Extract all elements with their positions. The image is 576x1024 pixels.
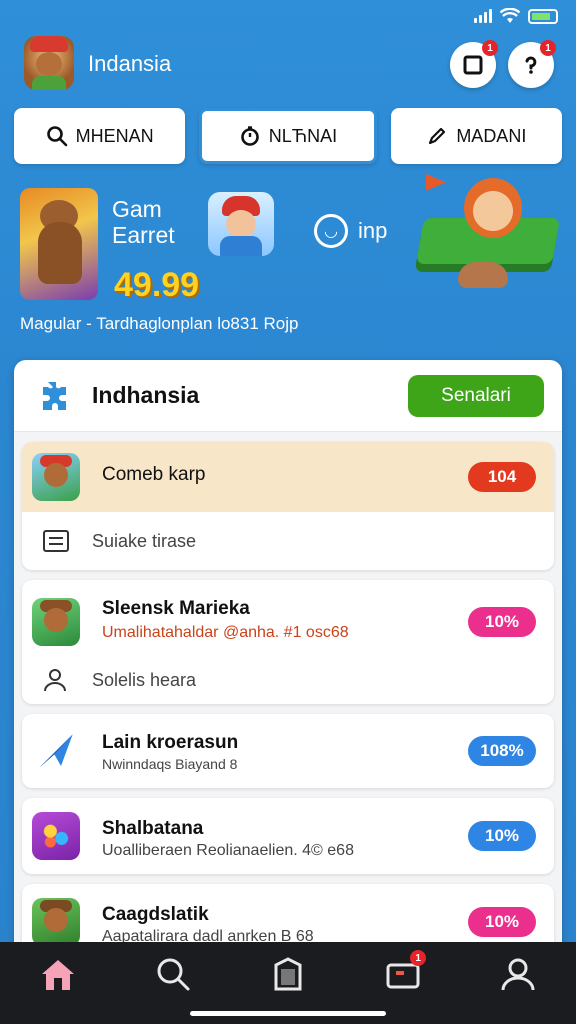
promo-banner[interactable]: Gam Earret 49.99 ◡ inp Magular - Tardhag… bbox=[18, 174, 561, 340]
item-meta: Uoalliberaen Reolianaelien. 4© e68 bbox=[102, 842, 354, 859]
panel-header: Indhansia Senalari bbox=[14, 360, 562, 432]
nav-inbox[interactable]: 1 bbox=[378, 950, 428, 994]
list-item[interactable]: Sleensk Marieka Umalihatahaldar @anha. #… bbox=[22, 580, 554, 704]
tab-label: MHENAN bbox=[75, 125, 154, 146]
pen-icon bbox=[429, 127, 446, 145]
tab-madani[interactable]: MADANI bbox=[390, 108, 562, 164]
square-icon bbox=[463, 55, 483, 75]
document-icon bbox=[43, 530, 69, 552]
promo-price: 49.99 bbox=[114, 266, 200, 304]
tab-label: NLЋNAI bbox=[268, 125, 338, 146]
notifications-button[interactable]: 1 bbox=[450, 40, 498, 88]
search-icon bbox=[46, 126, 67, 147]
app-title: Indansia bbox=[88, 51, 172, 76]
home-icon bbox=[41, 960, 74, 990]
item-title: Lain kroerasun bbox=[102, 732, 239, 753]
profile-icon bbox=[501, 958, 535, 991]
item-title: Caagdslatik bbox=[102, 904, 209, 925]
tab-label: MADANI bbox=[456, 125, 527, 146]
discount-badge: 108% bbox=[468, 736, 536, 766]
list-item-main[interactable]: Shalbatana Uoalliberaen Reolianaelien. 4… bbox=[22, 798, 554, 874]
tab-nlinai[interactable]: NLЋNAI bbox=[199, 108, 377, 164]
discount-badge: 10% bbox=[468, 907, 536, 937]
game-scene-illustration bbox=[412, 174, 561, 298]
panel-title: Indhansia bbox=[92, 382, 200, 408]
game-thumbnail[interactable] bbox=[20, 188, 98, 300]
game-list: Comeb karp 104 Suiake tirase Sleensk Mar… bbox=[14, 432, 562, 960]
list-item[interactable]: Shalbatana Uoalliberaen Reolianaelien. 4… bbox=[22, 798, 554, 874]
bottom-nav: 1 bbox=[0, 942, 576, 1024]
game-thumbnail bbox=[32, 898, 80, 946]
smile-icon: ◡ bbox=[314, 214, 348, 248]
game-thumbnail bbox=[32, 598, 80, 646]
sub-label: Solelis heara bbox=[92, 669, 197, 690]
puzzle-icon bbox=[43, 382, 66, 410]
signal-icon bbox=[474, 9, 492, 23]
game-thumbnail bbox=[32, 812, 80, 860]
promo-tagline: Magular - Tardhaglonplan lo831 Rojp bbox=[20, 314, 299, 333]
nav-home[interactable] bbox=[33, 954, 83, 994]
notification-badge: 1 bbox=[482, 40, 498, 56]
home-indicator[interactable] bbox=[190, 1011, 386, 1016]
discount-badge: 104 bbox=[468, 462, 536, 492]
wifi-icon bbox=[500, 8, 520, 23]
list-item-main[interactable]: Comeb karp 104 bbox=[22, 442, 554, 512]
app-header: Indansia 1 1 bbox=[20, 34, 558, 94]
content-panel: Indhansia Senalari Comeb karp 104 Suiake… bbox=[14, 360, 562, 960]
search-icon bbox=[157, 958, 190, 991]
nav-profile[interactable] bbox=[493, 954, 543, 994]
list-item-sub[interactable]: Suiake tirase bbox=[22, 512, 554, 570]
cta-button[interactable]: Senalari bbox=[408, 375, 544, 417]
inp-label: inp bbox=[358, 218, 388, 243]
discount-badge: 10% bbox=[468, 607, 536, 637]
nav-library[interactable] bbox=[263, 954, 313, 994]
battery-icon bbox=[528, 8, 558, 24]
list-item[interactable]: Lain kroerasun Nwinndaqs Biayand 8 108% bbox=[22, 714, 554, 788]
game-thumbnail bbox=[32, 453, 80, 501]
tab-bar: MHENAN NLЋNAI MADANI bbox=[14, 108, 562, 164]
status-bar bbox=[0, 0, 576, 32]
users-icon bbox=[44, 669, 66, 692]
paper-plane-icon bbox=[39, 734, 73, 768]
library-icon bbox=[274, 957, 302, 991]
inbox-badge: 1 bbox=[410, 950, 427, 966]
item-title: Comeb karp bbox=[102, 464, 206, 485]
avatar[interactable] bbox=[24, 36, 74, 90]
item-meta: Nwinndaqs Biayand 8 bbox=[102, 756, 238, 772]
tab-mhenan[interactable]: MHENAN bbox=[14, 108, 186, 164]
character-thumbnail[interactable] bbox=[208, 192, 274, 256]
item-title: Sleensk Marieka bbox=[102, 598, 250, 619]
timer-icon bbox=[240, 126, 259, 146]
list-item[interactable]: Comeb karp 104 Suiake tirase bbox=[22, 442, 554, 570]
question-icon bbox=[525, 56, 537, 74]
list-item-main[interactable]: Lain kroerasun Nwinndaqs Biayand 8 108% bbox=[22, 714, 554, 788]
item-title: Shalbatana bbox=[102, 818, 204, 839]
list-item-sub[interactable]: Solelis heara bbox=[22, 664, 554, 704]
help-badge: 1 bbox=[540, 40, 556, 56]
item-meta: Umalihatahaldar @anha. #1 osc68 bbox=[102, 624, 349, 641]
promo-title: Gam Earret bbox=[112, 196, 175, 248]
inp-link[interactable]: ◡ inp bbox=[314, 214, 387, 248]
discount-badge: 10% bbox=[468, 821, 536, 851]
help-button[interactable]: 1 bbox=[508, 40, 556, 88]
sub-label: Suiake tirase bbox=[92, 530, 197, 551]
nav-search[interactable] bbox=[148, 954, 198, 994]
list-item-main[interactable]: Sleensk Marieka Umalihatahaldar @anha. #… bbox=[22, 580, 554, 664]
